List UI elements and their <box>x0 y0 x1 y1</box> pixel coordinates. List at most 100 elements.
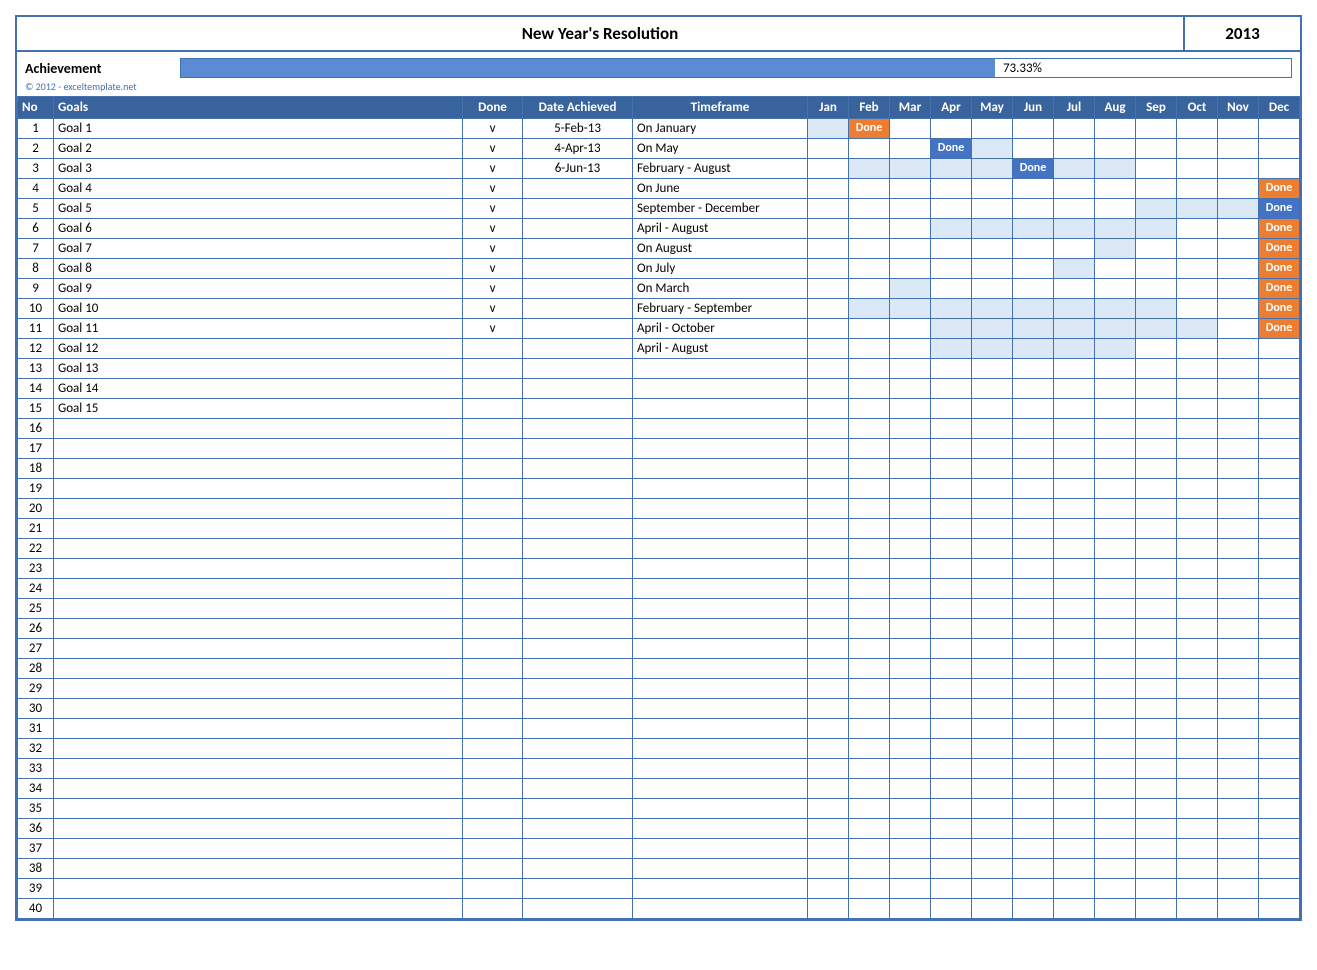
cell-no[interactable]: 22 <box>18 539 54 559</box>
cell-month[interactable] <box>1218 219 1259 239</box>
cell-month[interactable] <box>1054 219 1095 239</box>
cell-month[interactable] <box>1013 499 1054 519</box>
cell-month[interactable] <box>1054 159 1095 179</box>
cell-timeframe[interactable] <box>633 739 808 759</box>
cell-month[interactable] <box>849 699 890 719</box>
cell-month[interactable] <box>1136 879 1177 899</box>
cell-month[interactable] <box>1013 359 1054 379</box>
cell-timeframe[interactable] <box>633 819 808 839</box>
cell-month[interactable] <box>931 659 972 679</box>
cell-month[interactable] <box>849 779 890 799</box>
cell-month[interactable] <box>1136 559 1177 579</box>
cell-month[interactable] <box>808 559 849 579</box>
cell-month[interactable] <box>1054 179 1095 199</box>
cell-month[interactable] <box>890 359 931 379</box>
cell-month[interactable]: Done <box>1259 299 1300 319</box>
cell-month[interactable] <box>1177 539 1218 559</box>
cell-month[interactable] <box>1013 799 1054 819</box>
cell-month[interactable] <box>931 299 972 319</box>
cell-month[interactable] <box>1095 439 1136 459</box>
cell-month[interactable] <box>1095 419 1136 439</box>
cell-timeframe[interactable] <box>633 579 808 599</box>
cell-timeframe[interactable] <box>633 759 808 779</box>
cell-month[interactable] <box>972 119 1013 139</box>
cell-month[interactable] <box>1177 259 1218 279</box>
cell-no[interactable]: 40 <box>18 899 54 919</box>
cell-date-achieved[interactable] <box>523 679 633 699</box>
cell-month[interactable] <box>1054 899 1095 919</box>
cell-month[interactable] <box>972 799 1013 819</box>
cell-timeframe[interactable]: On March <box>633 279 808 299</box>
cell-month[interactable] <box>1136 799 1177 819</box>
cell-month[interactable] <box>972 779 1013 799</box>
cell-month[interactable] <box>890 699 931 719</box>
cell-month[interactable] <box>808 119 849 139</box>
cell-month[interactable] <box>1177 859 1218 879</box>
cell-goal[interactable] <box>54 819 463 839</box>
cell-no[interactable]: 16 <box>18 419 54 439</box>
cell-timeframe[interactable] <box>633 499 808 519</box>
cell-month[interactable] <box>1136 819 1177 839</box>
cell-no[interactable]: 26 <box>18 619 54 639</box>
cell-month[interactable]: Done <box>1259 319 1300 339</box>
cell-month[interactable] <box>1218 139 1259 159</box>
cell-month[interactable] <box>1095 619 1136 639</box>
cell-month[interactable] <box>1054 639 1095 659</box>
cell-done[interactable] <box>463 559 523 579</box>
cell-month[interactable] <box>849 819 890 839</box>
cell-month[interactable] <box>931 579 972 599</box>
cell-month[interactable] <box>1095 839 1136 859</box>
cell-goal[interactable] <box>54 619 463 639</box>
cell-month[interactable] <box>890 559 931 579</box>
copyright-text[interactable]: © 2012 - exceltemplate.net <box>17 80 1300 96</box>
cell-date-achieved[interactable] <box>523 759 633 779</box>
cell-date-achieved[interactable] <box>523 439 633 459</box>
cell-month[interactable] <box>1259 899 1300 919</box>
cell-month[interactable] <box>849 299 890 319</box>
cell-timeframe[interactable] <box>633 659 808 679</box>
cell-month[interactable] <box>890 899 931 919</box>
cell-done[interactable]: v <box>463 179 523 199</box>
cell-timeframe[interactable] <box>633 879 808 899</box>
cell-date-achieved[interactable] <box>523 599 633 619</box>
cell-month[interactable] <box>808 779 849 799</box>
cell-month[interactable] <box>1218 679 1259 699</box>
cell-no[interactable]: 31 <box>18 719 54 739</box>
cell-month[interactable] <box>972 259 1013 279</box>
cell-no[interactable]: 2 <box>18 139 54 159</box>
cell-month[interactable] <box>1177 679 1218 699</box>
cell-month[interactable] <box>931 499 972 519</box>
cell-month[interactable] <box>1136 419 1177 439</box>
cell-date-achieved[interactable] <box>523 279 633 299</box>
cell-month[interactable] <box>1259 599 1300 619</box>
cell-month[interactable] <box>1095 559 1136 579</box>
cell-month[interactable] <box>1259 819 1300 839</box>
cell-date-achieved[interactable] <box>523 799 633 819</box>
cell-month[interactable] <box>849 799 890 819</box>
cell-month[interactable] <box>1095 139 1136 159</box>
cell-goal[interactable] <box>54 599 463 619</box>
cell-month[interactable] <box>931 399 972 419</box>
cell-month[interactable] <box>972 339 1013 359</box>
cell-month[interactable] <box>1218 899 1259 919</box>
cell-no[interactable]: 9 <box>18 279 54 299</box>
cell-month[interactable] <box>972 359 1013 379</box>
cell-done[interactable] <box>463 359 523 379</box>
cell-month[interactable] <box>849 259 890 279</box>
cell-month[interactable] <box>808 159 849 179</box>
cell-month[interactable] <box>849 619 890 639</box>
cell-month[interactable] <box>1177 759 1218 779</box>
cell-goal[interactable]: Goal 5 <box>54 199 463 219</box>
cell-done[interactable] <box>463 619 523 639</box>
cell-month[interactable] <box>808 319 849 339</box>
cell-month[interactable] <box>1013 379 1054 399</box>
cell-done[interactable] <box>463 599 523 619</box>
cell-month[interactable] <box>1013 619 1054 639</box>
cell-month[interactable] <box>1136 339 1177 359</box>
cell-month[interactable] <box>890 199 931 219</box>
cell-date-achieved[interactable] <box>523 879 633 899</box>
cell-month[interactable] <box>1218 439 1259 459</box>
cell-month[interactable] <box>890 239 931 259</box>
cell-month[interactable] <box>972 139 1013 159</box>
cell-month[interactable] <box>1259 719 1300 739</box>
